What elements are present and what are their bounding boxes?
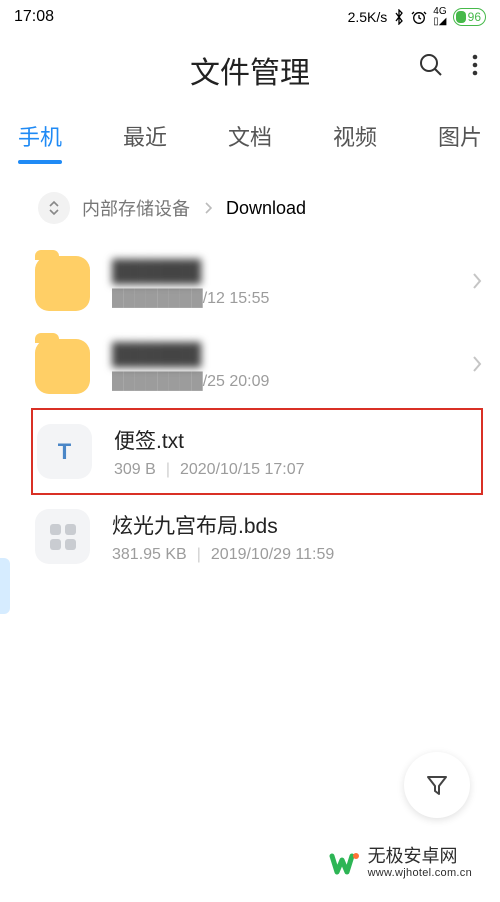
left-tab-affordance[interactable] — [0, 558, 10, 614]
collapse-button[interactable] — [38, 192, 70, 224]
more-icon[interactable] — [472, 52, 478, 83]
tabs: 手机 最近 文档 视频 图片 — [0, 104, 500, 166]
search-icon[interactable] — [418, 52, 444, 83]
file-name: 便签.txt — [114, 425, 481, 455]
status-time: 17:08 — [14, 8, 54, 26]
txt-icon: T — [37, 424, 92, 479]
list-item[interactable]: ██████ ████████/12 15:55 — [0, 242, 500, 325]
watermark-logo-icon — [328, 846, 362, 880]
file-detail: ████████/12 15:55 — [112, 290, 450, 308]
filter-button[interactable] — [404, 752, 470, 818]
watermark-url: www.wjhotel.com.cn — [368, 867, 472, 879]
file-detail: ████████/25 20:09 — [112, 373, 450, 391]
file-list: ██████ ████████/12 15:55 ██████ ████████… — [0, 232, 500, 578]
folder-icon — [35, 339, 90, 394]
title-bar: 文件管理 — [0, 30, 500, 104]
tab-recent[interactable]: 最近 — [123, 120, 167, 152]
alarm-icon — [411, 9, 427, 25]
chevron-right-icon — [472, 355, 482, 378]
bluetooth-icon — [393, 9, 405, 25]
chevron-right-icon — [204, 198, 212, 219]
filter-icon — [424, 772, 450, 798]
file-detail: 309 B|2020/10/15 17:07 — [114, 461, 481, 479]
file-detail: 381.95 KB|2019/10/29 11:59 — [112, 546, 482, 564]
tab-video[interactable]: 视频 — [333, 120, 377, 152]
chevron-right-icon — [472, 272, 482, 295]
net-speed: 2.5K/s — [348, 9, 388, 25]
battery-percent-value: 96 — [468, 10, 481, 24]
bds-icon — [35, 509, 90, 564]
watermark: 无极安卓网 www.wjhotel.com.cn — [328, 846, 472, 880]
list-item[interactable]: 炫光九宫布局.bds 381.95 KB|2019/10/29 11:59 — [0, 495, 500, 578]
tab-pictures[interactable]: 图片 — [438, 120, 482, 152]
list-item[interactable]: ██████ ████████/25 20:09 — [0, 325, 500, 408]
breadcrumb-root[interactable]: 内部存储设备 — [82, 195, 190, 221]
page-title: 文件管理 — [190, 48, 310, 92]
battery-indicator: 96 — [453, 8, 486, 26]
folder-icon — [35, 256, 90, 311]
list-item[interactable]: T 便签.txt 309 B|2020/10/15 17:07 — [31, 408, 483, 495]
status-right: 2.5K/s 4G▯◢ 96 — [348, 7, 486, 27]
file-name: ██████ — [112, 260, 450, 284]
status-bar: 17:08 2.5K/s 4G▯◢ 96 — [0, 0, 500, 30]
file-name: ██████ — [112, 343, 450, 367]
watermark-title: 无极安卓网 — [368, 847, 472, 867]
breadcrumb: 内部存储设备 Download — [0, 166, 500, 232]
breadcrumb-current: Download — [226, 198, 306, 219]
tab-phone[interactable]: 手机 — [18, 120, 62, 152]
signal-icon: 4G▯◢ — [433, 7, 446, 27]
tab-documents[interactable]: 文档 — [228, 120, 272, 152]
file-name: 炫光九宫布局.bds — [112, 510, 482, 540]
